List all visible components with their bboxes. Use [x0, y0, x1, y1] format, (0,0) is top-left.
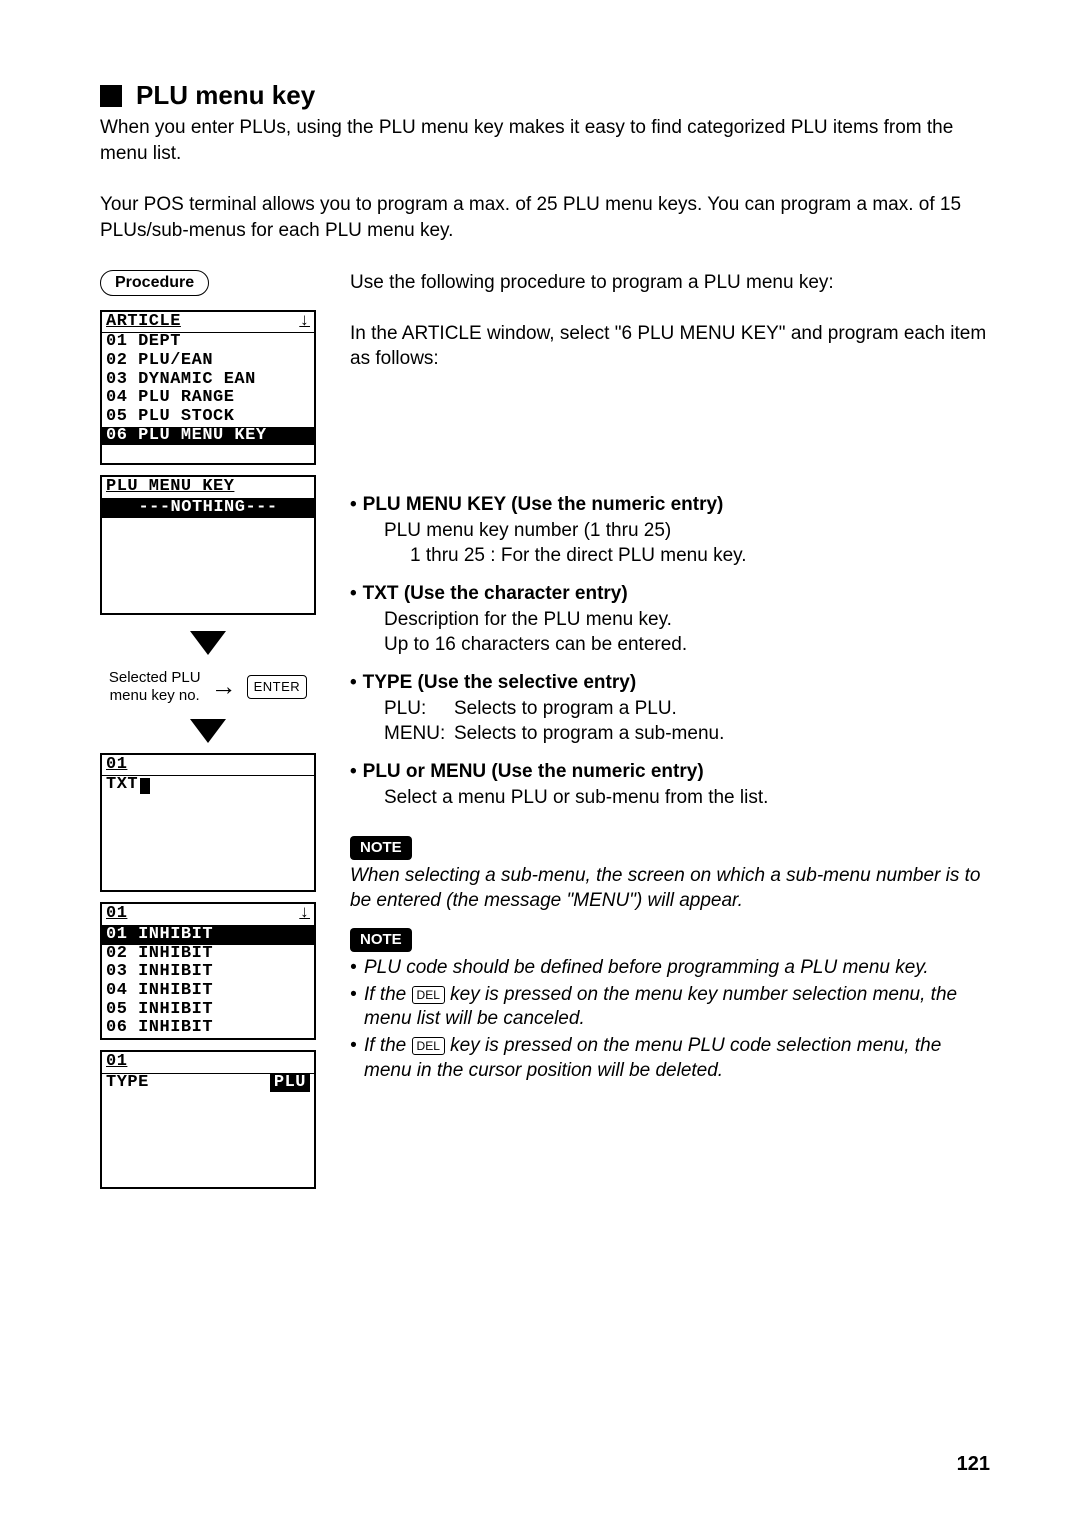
lcd-txt-title: 01 [106, 756, 127, 775]
page-title: PLU menu key [136, 80, 315, 111]
def-key: MENU: [384, 721, 454, 747]
lcd-type-title: 01 [106, 1053, 127, 1072]
page-number: 121 [957, 1453, 990, 1476]
lcd-type-field: TYPE [106, 1074, 149, 1093]
right-intro-1: Use the following procedure to program a… [350, 270, 990, 296]
lcd-article-title: ARTICLE [106, 313, 181, 332]
field-section: •TXT (Use the character entry) Descripti… [350, 581, 990, 658]
lcd-type-value: PLU [270, 1074, 310, 1093]
lcd-article: ARTICLE ↓ 01 DEPT 02 PLU/EAN 03 DYNAMIC … [100, 310, 316, 466]
del-key-icon: DEL [412, 986, 445, 1004]
list-item: 05 INHIBIT [102, 1001, 314, 1020]
list-item: 04 INHIBIT [102, 982, 314, 1001]
list-item: 02 INHIBIT [102, 945, 314, 964]
note-badge: NOTE [350, 836, 412, 860]
def-key: PLU: [384, 696, 454, 722]
note-item: If the DEL key is pressed on the menu PL… [350, 1034, 990, 1083]
procedure-column: Procedure ARTICLE ↓ 01 DEPT 02 PLU/EAN 0… [100, 270, 316, 1200]
section-line: 1 thru 25 : For the direct PLU menu key. [410, 543, 990, 569]
field-section: •PLU or MENU (Use the numeric entry) Sel… [350, 759, 990, 810]
lcd-inhibit-title: 01 [106, 905, 127, 924]
list-item: 01 DEPT [102, 333, 314, 352]
lcd-scroll-down-icon: ↓ [299, 313, 310, 332]
list-item: 03 DYNAMIC EAN [102, 371, 314, 390]
del-key-icon: DEL [412, 1037, 445, 1055]
field-section: •TYPE (Use the selective entry) PLU:Sele… [350, 670, 990, 747]
note-item: PLU code should be defined before progra… [350, 956, 990, 981]
list-item: 02 PLU/EAN [102, 352, 314, 371]
arrow-right-icon: → [211, 671, 237, 702]
def-val: Selects to program a PLU. [454, 696, 677, 722]
section-line: Description for the PLU menu key. [384, 607, 990, 633]
list-item: 05 PLU STOCK [102, 408, 314, 427]
procedure-badge: Procedure [100, 270, 209, 296]
note-badge: NOTE [350, 928, 412, 952]
section-line: Up to 16 characters can be entered. [384, 632, 990, 658]
section-title: PLU MENU KEY (Use the numeric entry) [363, 492, 724, 518]
note-list: PLU code should be defined before progra… [350, 956, 990, 1083]
intro-paragraph-1: When you enter PLUs, using the PLU menu … [100, 115, 990, 166]
list-item: 03 INHIBIT [102, 963, 314, 982]
section-title: TXT (Use the character entry) [363, 581, 628, 607]
arrow-down-icon [190, 631, 226, 655]
lcd-inhibit-list: 01 ↓ 01 INHIBIT 02 INHIBIT 03 INHIBIT 04… [100, 902, 316, 1040]
note-item: If the DEL key is pressed on the menu ke… [350, 983, 990, 1032]
title-bullet-icon [100, 85, 122, 107]
field-section: •PLU MENU KEY (Use the numeric entry) PL… [350, 492, 990, 569]
list-item-selected: 01 INHIBIT [102, 926, 314, 945]
step-enter-row: Selected PLU menu key no. → ENTER [109, 669, 307, 705]
list-item-selected: 06 PLU MENU KEY [102, 427, 314, 446]
right-intro-2: In the ARTICLE window, select "6 PLU MEN… [350, 321, 990, 372]
instruction-column: Use the following procedure to program a… [350, 270, 990, 1200]
list-item: 06 INHIBIT [102, 1019, 314, 1038]
step-label: Selected PLU menu key no. [109, 669, 201, 705]
intro-paragraph-2: Your POS terminal allows you to program … [100, 192, 990, 243]
note-text: When selecting a sub-menu, the screen on… [350, 864, 990, 913]
list-item-selected: ---NOTHING--- [102, 499, 314, 518]
enter-key: ENTER [247, 675, 308, 699]
list-item: 04 PLU RANGE [102, 389, 314, 408]
lcd-type: 01 TYPE PLU [100, 1050, 316, 1189]
lcd-plu-title: PLU MENU KEY [106, 478, 234, 497]
section-line: Select a menu PLU or sub-menu from the l… [384, 785, 990, 811]
def-val: Selects to program a sub-menu. [454, 721, 724, 747]
section-line: PLU menu key number (1 thru 25) [384, 518, 990, 544]
lcd-scroll-down-icon: ↓ [299, 905, 310, 924]
section-title: PLU or MENU (Use the numeric entry) [363, 759, 704, 785]
page-title-row: PLU menu key [100, 80, 990, 111]
text-cursor-icon [140, 778, 150, 794]
lcd-plu-menu-key: PLU MENU KEY ---NOTHING--- [100, 475, 316, 614]
lcd-txt: 01 TXT [100, 753, 316, 892]
section-title: TYPE (Use the selective entry) [363, 670, 637, 696]
lcd-txt-field: TXT [106, 776, 138, 795]
arrow-down-icon [190, 719, 226, 743]
